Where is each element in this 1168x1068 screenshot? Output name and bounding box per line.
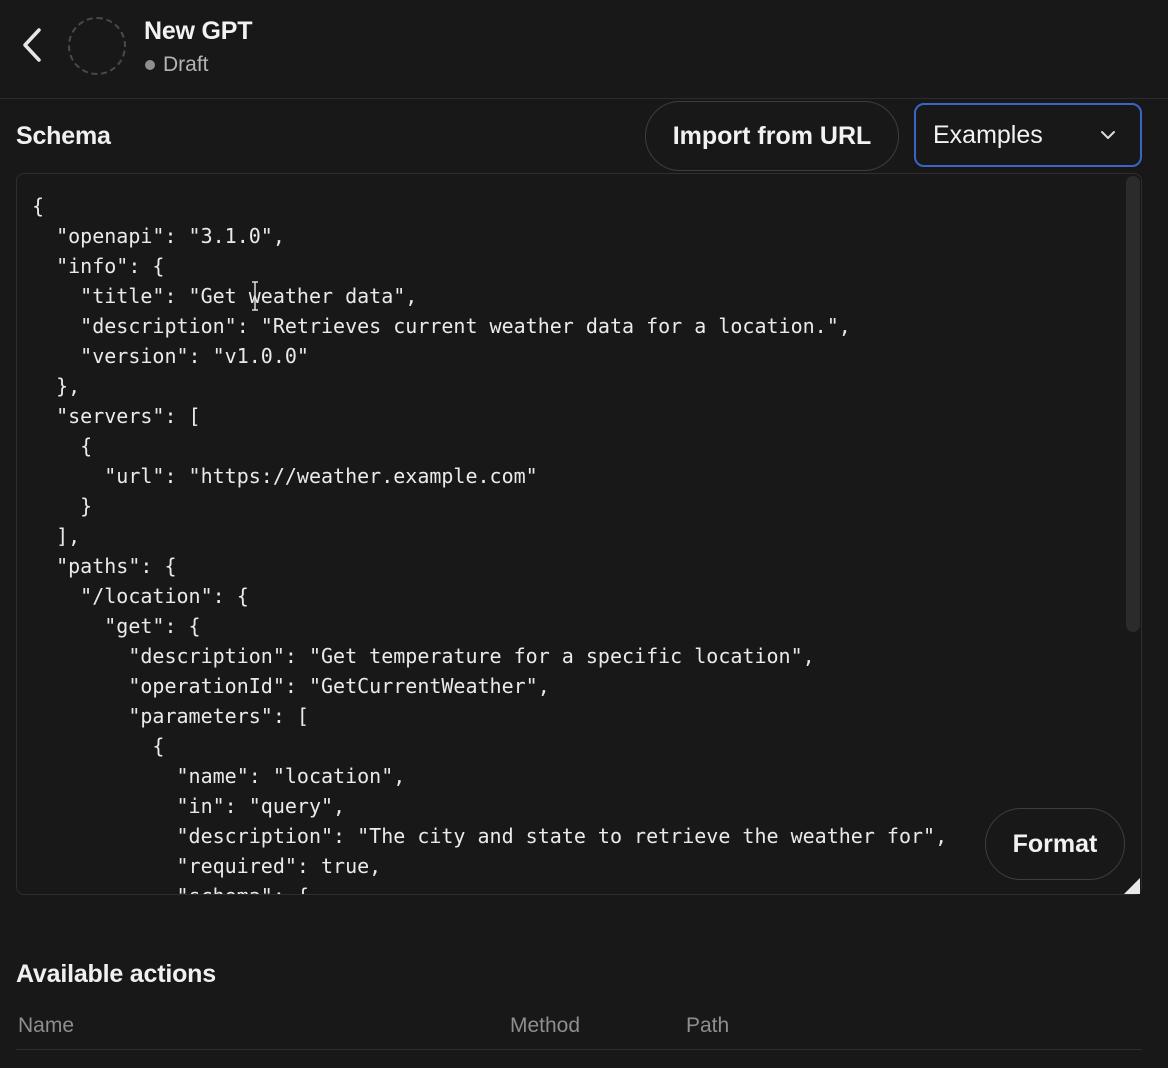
code-line: "operationId": "GetCurrentWeather", <box>32 674 550 698</box>
available-actions-heading: Available actions <box>16 960 216 988</box>
schema-code-textarea[interactable]: { "openapi": "3.1.0", "info": { "title":… <box>32 191 982 894</box>
code-line: "url": "https://weather.example.com" <box>32 464 538 488</box>
gpt-editor-page: New GPT Draft Schema Import from URL Exa… <box>0 0 1168 1068</box>
schema-editor[interactable]: { "openapi": "3.1.0", "info": { "title":… <box>16 173 1142 895</box>
table-divider <box>16 1049 1142 1050</box>
code-line: "in": "query", <box>32 794 346 818</box>
code-line: { <box>32 194 45 218</box>
editor-scrollbar[interactable] <box>1126 176 1140 632</box>
code-line: { <box>32 734 165 758</box>
code-line: "parameters": [ <box>32 704 309 728</box>
code-line: "title": "Get weather data", <box>32 284 418 308</box>
column-header-path: Path <box>686 1014 730 1037</box>
schema-heading: Schema <box>16 122 111 150</box>
text-cursor-icon <box>252 281 258 311</box>
resize-handle-icon[interactable] <box>1124 878 1140 894</box>
format-button[interactable]: Format <box>985 808 1125 880</box>
code-line: "get": { <box>32 614 201 638</box>
code-line: "/location": { <box>32 584 249 608</box>
gpt-avatar-placeholder[interactable] <box>68 17 126 75</box>
code-line: "description": "Get temperature for a sp… <box>32 644 815 668</box>
code-line: "name": "location", <box>32 764 406 788</box>
back-button[interactable] <box>14 24 50 66</box>
code-line: "info": { <box>32 254 165 278</box>
code-line: } <box>32 494 93 518</box>
code-line: "description": "Retrieves current weathe… <box>32 314 851 338</box>
status-indicator: Draft <box>144 53 209 77</box>
import-from-url-button[interactable]: Import from URL <box>645 101 899 171</box>
examples-dropdown-label: Examples <box>933 120 1043 149</box>
code-line: "paths": { <box>32 554 177 578</box>
status-label: Draft <box>163 53 209 76</box>
code-line: ], <box>32 524 81 548</box>
code-line: "openapi": "3.1.0", <box>32 224 285 248</box>
code-line: "description": "The city and state to re… <box>32 824 948 848</box>
code-line: "schema": { <box>32 881 982 894</box>
header: New GPT Draft <box>0 0 1168 99</box>
chevron-down-icon <box>1101 131 1115 139</box>
gpt-title: New GPT <box>144 17 253 45</box>
chevron-left-icon <box>23 28 41 62</box>
code-line: "version": "v1.0.0" <box>32 344 309 368</box>
code-line: "required": true, <box>32 854 382 878</box>
status-dot-icon <box>145 60 155 70</box>
code-line: }, <box>32 374 81 398</box>
column-header-name: Name <box>18 1014 75 1037</box>
column-header-method: Method <box>510 1014 581 1037</box>
code-line: { <box>32 434 93 458</box>
examples-dropdown[interactable]: Examples <box>914 103 1142 167</box>
code-line: "servers": [ <box>32 404 201 428</box>
